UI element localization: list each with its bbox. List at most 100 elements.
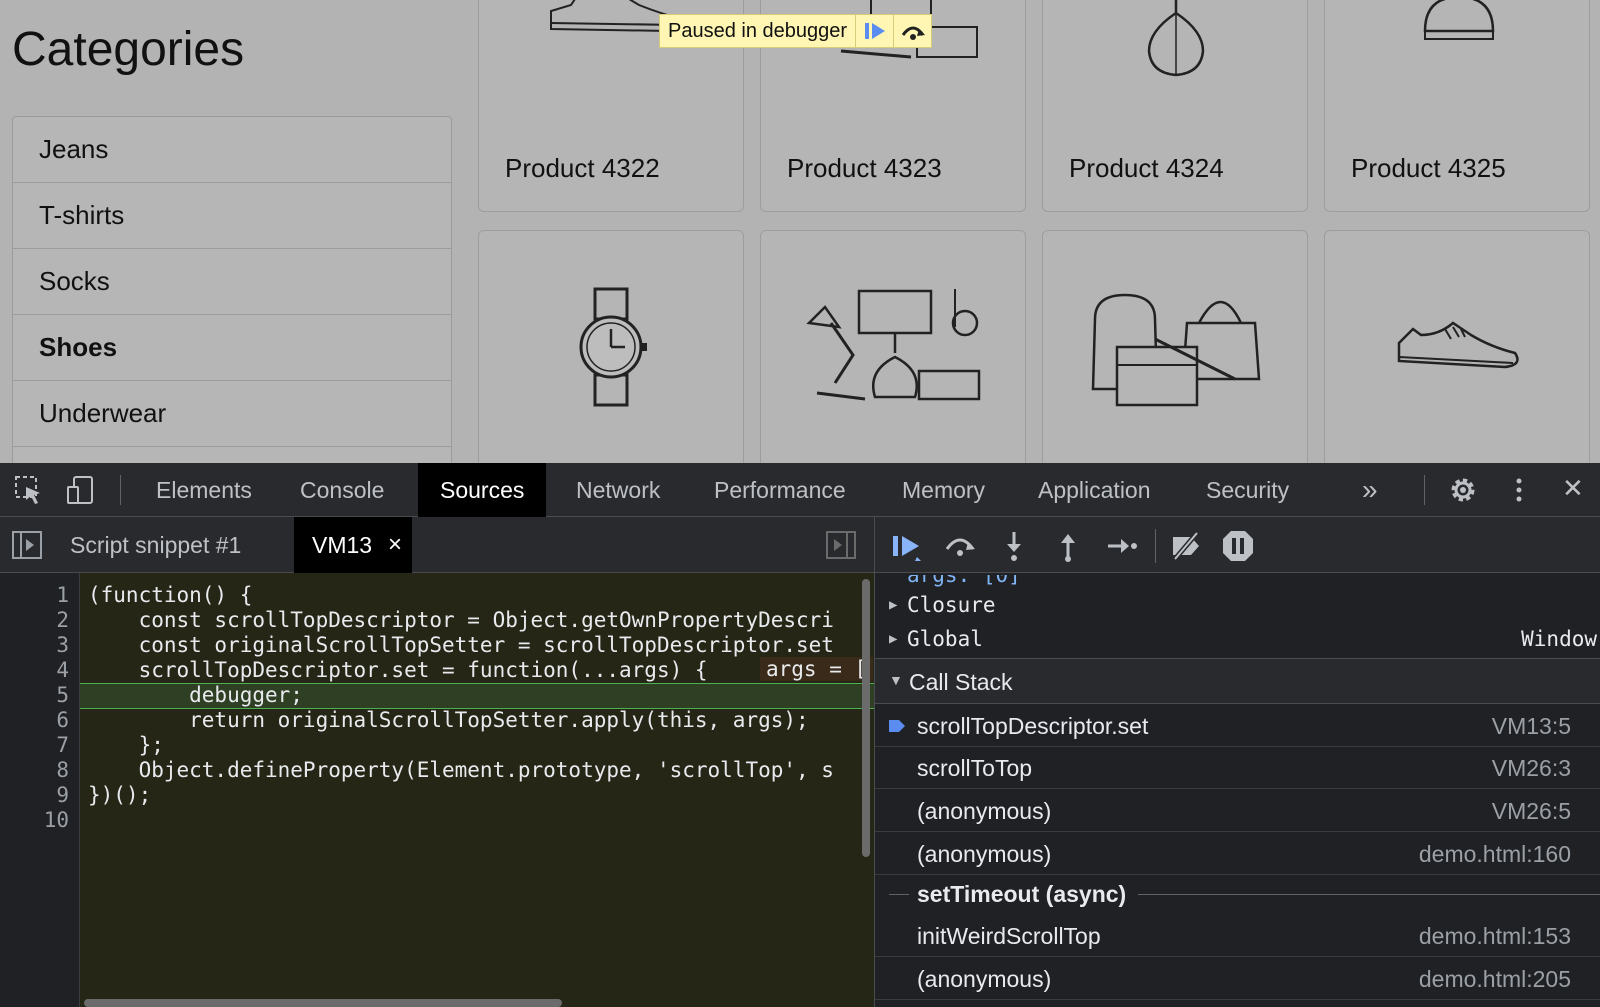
category-label: Underwear [39, 398, 167, 428]
gear-icon[interactable] [1448, 475, 1478, 505]
async-label: setTimeout (async) [917, 881, 1139, 908]
call-frame-location[interactable]: VM26:3 [1492, 755, 1571, 782]
resume-button[interactable] [855, 15, 893, 47]
code-line: }; [88, 733, 164, 757]
expand-arrow-icon: ▶ [889, 597, 898, 613]
call-frame-function: scrollTopDescriptor.set [917, 713, 1149, 739]
call-stack-section-header[interactable]: ▼ Call Stack [875, 658, 1600, 704]
file-tab-active[interactable]: VM13 × [294, 517, 412, 573]
product-name: Product 4323 [787, 153, 942, 183]
category-item[interactable]: T-shirts [13, 183, 451, 249]
line-number[interactable]: 5 [9, 683, 69, 707]
step-over-icon [901, 26, 925, 40]
product-card[interactable] [1042, 230, 1308, 463]
product-card[interactable]: Product 4325 [1324, 0, 1590, 212]
step-out-icon[interactable] [1051, 529, 1085, 563]
horizontal-scrollbar[interactable] [84, 999, 562, 1007]
tab-performance[interactable]: Performance [692, 463, 868, 517]
product-card[interactable]: Product 4324 [1042, 0, 1308, 212]
collapse-arrow-icon: ▼ [889, 672, 903, 688]
device-toolbar-icon[interactable] [66, 475, 96, 505]
current-frame-arrow-icon [889, 720, 905, 732]
resume-icon [864, 23, 885, 39]
step-over-button[interactable] [893, 15, 931, 47]
tab-elements[interactable]: Elements [134, 463, 274, 517]
cap-icon [1423, 0, 1495, 40]
call-frame-location[interactable]: VM13:5 [1492, 713, 1571, 740]
scope-label: Closure [907, 593, 996, 617]
line-number[interactable]: 4 [9, 658, 69, 682]
deactivate-breakpoints-icon[interactable] [1169, 529, 1203, 563]
step-icon[interactable] [1105, 529, 1139, 563]
tab-console[interactable]: Console [278, 463, 406, 517]
step-into-icon[interactable] [997, 529, 1031, 563]
resume-icon[interactable] [889, 529, 923, 563]
close-devtools-button[interactable]: ✕ [1562, 473, 1584, 504]
product-card[interactable] [1324, 230, 1590, 463]
async-divider [889, 894, 909, 895]
product-name: Product 4325 [1351, 153, 1506, 183]
devtools-panel: Elements Console Sources Network Perform… [0, 463, 1600, 1007]
call-frame-location[interactable]: demo.html:160 [1419, 841, 1571, 868]
paused-in-debugger-banner: Paused in debugger [659, 14, 933, 48]
call-frame-location[interactable]: demo.html:205 [1419, 966, 1571, 993]
call-frame[interactable]: (anonymous) VM26:5 [875, 790, 1600, 832]
code-line: (function() { [88, 583, 253, 607]
call-frame[interactable]: initWeirdScrollTop demo.html:153 [875, 915, 1600, 957]
inspect-element-icon[interactable] [14, 475, 44, 505]
toggle-navigator-icon[interactable] [12, 531, 42, 559]
file-tab[interactable]: Script snippet #1 [52, 517, 259, 573]
debugger-toolbar [875, 517, 1600, 573]
category-item[interactable]: Underwear [13, 381, 451, 447]
code-line: Object.defineProperty(Element.prototype,… [88, 758, 834, 782]
tab-network[interactable]: Network [554, 463, 682, 517]
tab-security[interactable]: Security [1184, 463, 1311, 517]
more-tabs-button[interactable]: » [1340, 463, 1400, 517]
scope-closure-row[interactable]: ▶ Closure [875, 591, 1600, 625]
call-frame[interactable]: scrollToTop VM26:3 [875, 747, 1600, 789]
category-list: Jeans T-shirts Socks Shoes Underwear [12, 116, 452, 463]
line-number[interactable]: 6 [9, 708, 69, 732]
call-frame[interactable]: (anonymous) demo.html:205 [875, 958, 1600, 1000]
scope-global-row[interactable]: ▶ Global Window [875, 625, 1600, 659]
category-item-active[interactable]: Shoes [13, 315, 451, 381]
call-frame[interactable]: (anonymous) demo.html:160 [875, 833, 1600, 875]
lamp-icon [806, 289, 981, 401]
sources-editor-pane: Script snippet #1 VM13 × 1 2 3 4 5 6 7 8… [0, 517, 874, 1007]
call-frame-function: (anonymous) [917, 798, 1052, 824]
category-item[interactable]: Socks [13, 249, 451, 315]
vertical-scrollbar[interactable] [862, 579, 870, 857]
line-number[interactable]: 7 [9, 733, 69, 757]
debugger-sidebar: args: [0] ▶ Closure ▶ Global Window ▼ Ca… [874, 517, 1600, 1007]
category-item[interactable] [13, 447, 451, 463]
product-card[interactable] [760, 230, 1026, 463]
tab-application[interactable]: Application [1016, 463, 1173, 517]
line-number-gutter: 1 2 3 4 5 6 7 8 9 10 [0, 573, 80, 1007]
call-frame-function: scrollToTop [917, 755, 1033, 781]
toggle-debugger-icon[interactable] [826, 531, 856, 559]
line-number[interactable]: 10 [9, 808, 69, 832]
watch-icon [579, 287, 647, 407]
line-number[interactable]: 9 [9, 783, 69, 807]
page-viewport: Categories Jeans T-shirts Socks Shoes Un… [0, 0, 1600, 463]
code-line: const originalScrollTopSetter = scrollTo… [88, 633, 834, 657]
line-number[interactable]: 1 [9, 583, 69, 607]
call-frame-current[interactable]: scrollTopDescriptor.set VM13:5 [875, 705, 1600, 747]
product-card[interactable] [478, 230, 744, 463]
call-frame-location[interactable]: VM26:5 [1492, 798, 1571, 825]
code-editor[interactable]: 1 2 3 4 5 6 7 8 9 10 (function() { const… [0, 573, 874, 1007]
category-item[interactable]: Jeans [13, 117, 451, 183]
line-number[interactable]: 8 [9, 758, 69, 782]
bags-icon [1091, 293, 1261, 407]
line-number[interactable]: 2 [9, 608, 69, 632]
tab-sources[interactable]: Sources [418, 463, 547, 517]
step-over-icon[interactable] [943, 529, 977, 563]
tab-memory[interactable]: Memory [880, 463, 1007, 517]
line-number[interactable]: 3 [9, 633, 69, 657]
call-frame-location[interactable]: demo.html:153 [1419, 923, 1571, 950]
more-options-icon[interactable] [1504, 475, 1534, 505]
category-label: T-shirts [39, 200, 125, 230]
pause-on-exceptions-icon[interactable] [1221, 529, 1255, 563]
close-tab-icon[interactable]: × [388, 517, 402, 573]
scope-variable: args: [0] [907, 575, 1021, 587]
